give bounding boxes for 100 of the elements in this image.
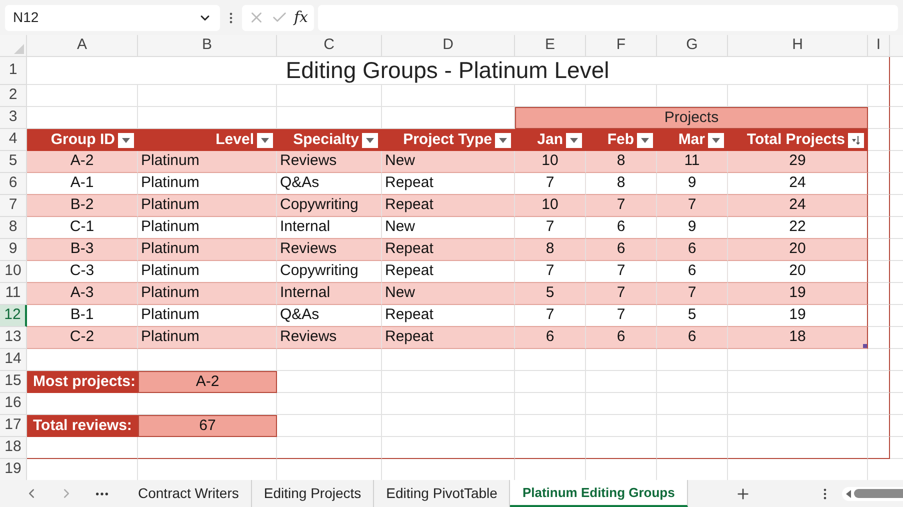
table-cell: Q&As xyxy=(277,173,382,195)
table-cell: Platinum xyxy=(138,305,277,327)
row-header[interactable]: 10 xyxy=(0,261,27,283)
scrollbar-thumb[interactable] xyxy=(854,489,903,498)
filter-button[interactable] xyxy=(257,132,273,148)
column-header[interactable]: I xyxy=(868,35,890,57)
table-cell: 9 xyxy=(657,217,728,239)
table-cell: Platinum xyxy=(138,151,277,173)
sheet-title: Editing Groups - Platinum Level xyxy=(27,57,868,85)
table-cell: 7 xyxy=(586,261,657,283)
summary-value: 67 xyxy=(138,415,277,437)
sort-descending-icon xyxy=(850,135,862,145)
column-header[interactable]: E xyxy=(515,35,586,57)
column-header[interactable]: F xyxy=(586,35,657,57)
table-cell: 19 xyxy=(728,283,868,305)
column-header[interactable]: H xyxy=(728,35,868,57)
empty-cell[interactable] xyxy=(868,57,890,85)
row-header[interactable]: 5 xyxy=(0,151,27,173)
cell-reference: N12 xyxy=(13,8,39,27)
filter-button[interactable] xyxy=(637,132,653,148)
row-header[interactable]: 18 xyxy=(0,437,27,459)
resize-handle-icon[interactable] xyxy=(863,344,867,348)
empty-cell[interactable] xyxy=(868,371,890,393)
table-cell: 6 xyxy=(657,327,728,349)
table-cell: Platinum xyxy=(138,239,277,261)
filter-button[interactable] xyxy=(566,132,582,148)
column-header[interactable]: D xyxy=(382,35,515,57)
table-cell: 7 xyxy=(657,283,728,305)
table-cell: New xyxy=(382,217,515,239)
table-cell: 7 xyxy=(586,283,657,305)
row-header[interactable]: 9 xyxy=(0,239,27,261)
table-cell: 24 xyxy=(728,173,868,195)
row-header[interactable]: 4 xyxy=(0,129,27,151)
table-cell: Reviews xyxy=(277,239,382,261)
table-cell: 20 xyxy=(728,261,868,283)
table-cell: Platinum xyxy=(138,261,277,283)
table-cell: Copywriting xyxy=(277,195,382,217)
table-cell: Platinum xyxy=(138,195,277,217)
filter-button[interactable] xyxy=(118,132,134,148)
sheet-tab[interactable]: Platinum Editing Groups xyxy=(510,480,688,507)
table-cell: Q&As xyxy=(277,305,382,327)
table-cell: 6 xyxy=(586,327,657,349)
row-header[interactable]: 14 xyxy=(0,349,27,371)
table-cell: 8 xyxy=(515,239,586,261)
row-header[interactable]: 17 xyxy=(0,415,27,437)
dropdown-caret-icon xyxy=(641,138,649,142)
row-header[interactable]: 12 xyxy=(0,305,27,327)
column-header[interactable]: A xyxy=(27,35,138,57)
table-cell: 7 xyxy=(515,305,586,327)
scroll-left-arrow-icon[interactable] xyxy=(846,490,851,498)
filter-button[interactable] xyxy=(362,132,378,148)
table-cell: Repeat xyxy=(382,239,515,261)
dropdown-caret-icon xyxy=(712,138,720,142)
row-header[interactable]: 7 xyxy=(0,195,27,217)
sheet-tab[interactable]: Editing Projects xyxy=(252,480,374,507)
heading-label: Specialty xyxy=(293,130,359,150)
table-cell: Reviews xyxy=(277,327,382,349)
row-header[interactable]: 11 xyxy=(0,283,27,305)
column-header[interactable]: G xyxy=(657,35,728,57)
horizontal-scrollbar[interactable] xyxy=(842,486,903,500)
table-cell: Reviews xyxy=(277,151,382,173)
table-cell: New xyxy=(382,151,515,173)
add-sheet-icon[interactable] xyxy=(734,486,751,502)
row-header[interactable]: 19 xyxy=(0,459,27,480)
row-header[interactable]: 16 xyxy=(0,393,27,415)
row-header[interactable]: 2 xyxy=(0,85,27,107)
table-cell: Internal xyxy=(277,283,382,305)
table-cell: 8 xyxy=(586,173,657,195)
empty-cell[interactable] xyxy=(868,349,890,371)
table-cell: 7 xyxy=(515,173,586,195)
sort-filter-button[interactable] xyxy=(848,132,864,148)
column-header[interactable]: B xyxy=(138,35,277,57)
column-header[interactable]: C xyxy=(277,35,382,57)
name-box[interactable]: N12 xyxy=(5,4,220,30)
function-icon[interactable]: fx xyxy=(294,6,308,29)
row-header[interactable]: 6 xyxy=(0,173,27,195)
table-cell: B-2 xyxy=(27,195,138,217)
table-cell: 7 xyxy=(515,261,586,283)
row-header[interactable]: 15 xyxy=(0,371,27,393)
sheet-tab[interactable]: Contract Writers xyxy=(126,480,252,507)
empty-cell[interactable] xyxy=(868,85,890,107)
row-header[interactable]: 3 xyxy=(0,107,27,129)
empty-cell[interactable] xyxy=(868,415,890,437)
table-cell: Platinum xyxy=(138,283,277,305)
table-cell: Platinum xyxy=(138,217,277,239)
table-cell: 6 xyxy=(657,239,728,261)
row-header[interactable]: 13 xyxy=(0,327,27,349)
table-cell: 7 xyxy=(515,217,586,239)
table-cell: Repeat xyxy=(382,261,515,283)
filter-button[interactable] xyxy=(495,132,511,148)
row-header[interactable]: 8 xyxy=(0,217,27,239)
summary-label: Most projects: xyxy=(27,371,138,393)
heading-label: Jan xyxy=(537,130,563,150)
empty-cell[interactable] xyxy=(868,393,890,415)
table-cell: A-3 xyxy=(27,283,138,305)
table-cell: Repeat xyxy=(382,173,515,195)
filter-button[interactable] xyxy=(708,132,724,148)
row-header[interactable]: 1 xyxy=(0,57,27,85)
table-cell: New xyxy=(382,283,515,305)
empty-cell[interactable] xyxy=(868,437,890,459)
